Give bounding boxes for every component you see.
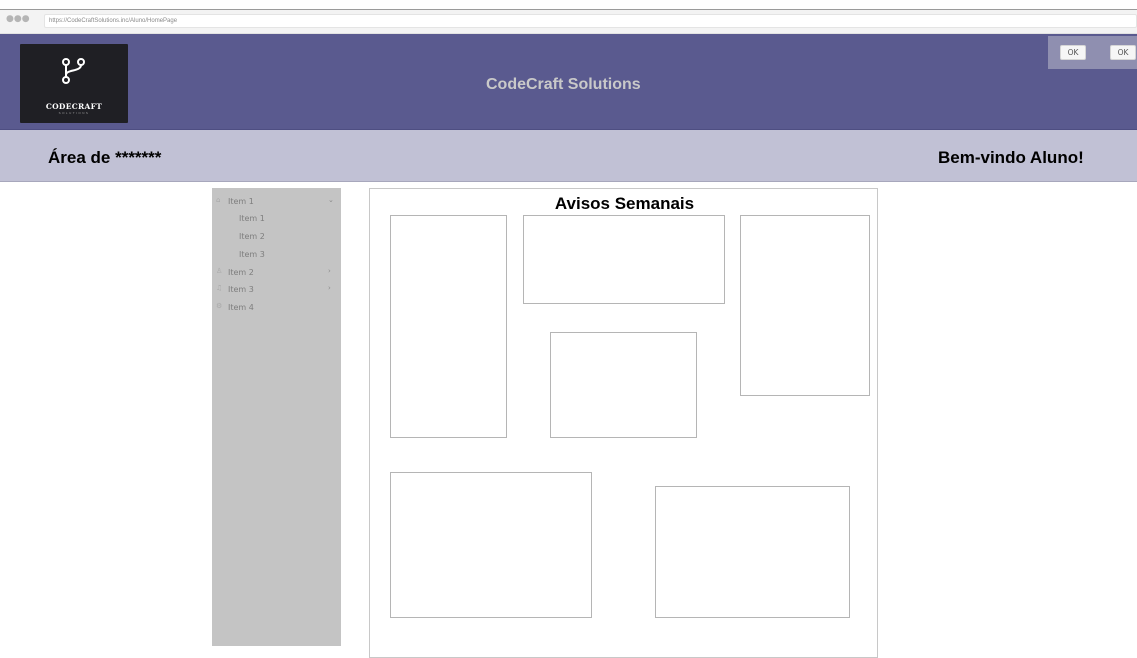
notice-card[interactable] — [550, 332, 697, 438]
site-header: CODECRAFT SOLUTIONS CodeCraft Solutions … — [0, 34, 1137, 130]
notice-card[interactable] — [655, 486, 850, 618]
site-title: CodeCraft Solutions — [486, 76, 641, 93]
sidebar-subitem-label: Item 3 — [239, 250, 265, 259]
notices-title: Avisos Semanais — [554, 194, 695, 213]
ok-button-1[interactable]: OK — [1060, 45, 1086, 60]
url-field[interactable]: https://CodeCraftSolutions.inc/Aluno/Hom… — [44, 14, 1137, 28]
branch-logo-icon — [62, 58, 85, 84]
user-area-bar: Área de ******* Bem-vindo Aluno! — [0, 130, 1137, 182]
settings-icon: ⚙ — [216, 302, 223, 310]
welcome-message: Bem-vindo Aluno! — [938, 148, 1084, 167]
chevron-right-icon: › — [328, 267, 331, 275]
notices-panel: Avisos Semanais — [369, 188, 878, 658]
area-title: Área de ******* — [48, 148, 162, 167]
sidebar-menu: ⌂ Item 1 ⌄ Item 1 Item 2 Item 3 ♙ Item 2… — [212, 188, 341, 646]
chevron-right-icon: › — [328, 284, 331, 292]
sidebar-item-2[interactable]: ♙ Item 2 › — [212, 264, 341, 282]
sidebar-item-label: Item 3 — [228, 285, 254, 294]
sidebar-item-label: Item 2 — [228, 268, 254, 277]
sidebar-subitem-3[interactable]: Item 3 — [212, 246, 341, 264]
sidebar-item-1[interactable]: ⌂ Item 1 ⌄ — [212, 193, 341, 211]
notice-card[interactable] — [740, 215, 870, 396]
bell-icon: ♫ — [216, 284, 223, 292]
browser-address-bar: ●●● https://CodeCraftSolutions.inc/Aluno… — [0, 10, 1137, 34]
sidebar-subitem-2[interactable]: Item 2 — [212, 228, 341, 246]
logo-text: CODECRAFT — [45, 102, 103, 111]
chevron-down-icon: ⌄ — [328, 196, 334, 204]
notice-card[interactable] — [523, 215, 725, 304]
sidebar-subitem-label: Item 2 — [239, 232, 265, 241]
codecraft-logo[interactable]: CODECRAFT SOLUTIONS — [20, 44, 128, 123]
sidebar-subitem-1[interactable]: Item 1 — [212, 210, 341, 228]
logo-subtext: SOLUTIONS — [58, 111, 90, 115]
notice-card[interactable] — [390, 215, 507, 438]
user-icon: ♙ — [216, 267, 223, 275]
sidebar-item-4[interactable]: ⚙ Item 4 — [212, 299, 341, 317]
notice-card[interactable] — [390, 472, 592, 618]
sidebar-subitem-label: Item 1 — [239, 214, 265, 223]
window-controls-icon[interactable]: ●●● — [6, 14, 30, 24]
sidebar-item-label: Item 4 — [228, 303, 254, 312]
sidebar-item-3[interactable]: ♫ Item 3 › — [212, 281, 341, 299]
home-icon: ⌂ — [216, 196, 221, 204]
sidebar-item-label: Item 1 — [228, 197, 254, 206]
ok-button-2[interactable]: OK — [1110, 45, 1136, 60]
ok-button-group: OK OK — [1048, 36, 1137, 69]
